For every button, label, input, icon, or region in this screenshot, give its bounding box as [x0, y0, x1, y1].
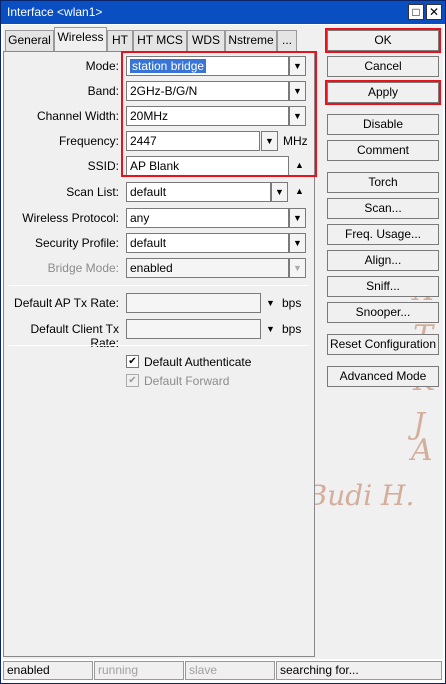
reset-configuration-button[interactable]: Reset Configuration	[327, 334, 439, 355]
cancel-button[interactable]: Cancel	[327, 56, 439, 77]
mode-label: Mode:	[85, 59, 119, 73]
security-profile-select[interactable]: default	[126, 233, 289, 253]
scan-list-dropdown-icon[interactable]: ▼	[271, 182, 288, 202]
tab-ht[interactable]: HT	[107, 30, 133, 51]
freq-usage-button[interactable]: Freq. Usage...	[327, 224, 439, 245]
status-slave: slave	[185, 661, 275, 680]
scan-list-select[interactable]: default	[126, 182, 271, 202]
separator-2	[9, 345, 309, 346]
scan-list-collapse-icon[interactable]: ▲	[295, 186, 304, 196]
status-searching: searching for...	[276, 661, 442, 680]
default-authenticate-label: Default Authenticate	[144, 355, 252, 369]
bridge-mode-dropdown-icon: ▼	[289, 258, 306, 278]
tab-ht-mcs[interactable]: HT MCS	[133, 30, 187, 51]
scan-list-label: Scan List:	[66, 185, 119, 199]
tab-more[interactable]: ...	[277, 30, 297, 51]
tab-nstreme[interactable]: Nstreme	[225, 30, 277, 51]
status-running: running	[94, 661, 184, 680]
ap-tx-rate-label: Default AP Tx Rate:	[14, 296, 119, 310]
disable-button[interactable]: Disable	[327, 114, 439, 135]
status-enabled: enabled	[3, 661, 93, 680]
ap-tx-rate-input[interactable]	[126, 293, 261, 313]
channel-width-label: Channel Width:	[36, 109, 119, 123]
band-label: Band:	[87, 84, 119, 98]
frequency-label: Frequency:	[58, 134, 119, 148]
window-title: Interface <wlan1>	[7, 5, 103, 19]
default-forward-checkbox: ✔	[126, 374, 139, 387]
wireless-protocol-dropdown-icon[interactable]: ▼	[289, 208, 306, 228]
security-profile-dropdown-icon[interactable]: ▼	[289, 233, 306, 253]
bridge-mode-select: enabled	[126, 258, 289, 278]
highlight-wireless-fields	[121, 51, 317, 177]
sniff-button[interactable]: Sniff...	[327, 276, 439, 297]
client-tx-rate-dropdown-icon[interactable]: ▼	[266, 324, 275, 334]
title-bar[interactable]: Interface <wlan1> □ ✕	[1, 1, 445, 24]
tab-general[interactable]: General	[5, 30, 54, 51]
snooper-button[interactable]: Snooper...	[327, 302, 439, 323]
torch-button[interactable]: Torch	[327, 172, 439, 193]
default-authenticate-checkbox[interactable]: ✔	[126, 355, 139, 368]
scan-button[interactable]: Scan...	[327, 198, 439, 219]
client-tx-rate-unit: bps	[282, 322, 302, 336]
comment-button[interactable]: Comment	[327, 140, 439, 161]
highlight-apply-button	[325, 80, 441, 105]
status-bar: enabled running slave searching for...	[3, 661, 443, 681]
security-profile-label: Security Profile:	[34, 236, 119, 250]
ap-tx-rate-dropdown-icon[interactable]: ▼	[266, 298, 275, 308]
tab-wireless[interactable]: Wireless	[54, 27, 107, 51]
interface-window: Interface <wlan1> □ ✕ Rian Budi H. X T K…	[0, 0, 446, 684]
wireless-protocol-select[interactable]: any	[126, 208, 289, 228]
close-icon[interactable]: ✕	[426, 4, 442, 20]
maximize-icon[interactable]: □	[408, 4, 424, 20]
advanced-mode-button[interactable]: Advanced Mode	[327, 366, 439, 387]
default-forward-label: Default Forward	[144, 374, 230, 388]
watermark-letter-5: A	[411, 433, 433, 468]
bridge-mode-label: Bridge Mode:	[47, 261, 119, 275]
separator-1	[9, 285, 309, 286]
ap-tx-rate-unit: bps	[282, 296, 302, 310]
wireless-protocol-label: Wireless Protocol:	[22, 211, 119, 225]
client-tx-rate-input[interactable]	[126, 319, 261, 339]
ssid-label: SSID:	[87, 159, 119, 173]
highlight-ok-button	[325, 28, 441, 53]
align-button[interactable]: Align...	[327, 250, 439, 271]
tab-wds[interactable]: WDS	[187, 30, 225, 51]
